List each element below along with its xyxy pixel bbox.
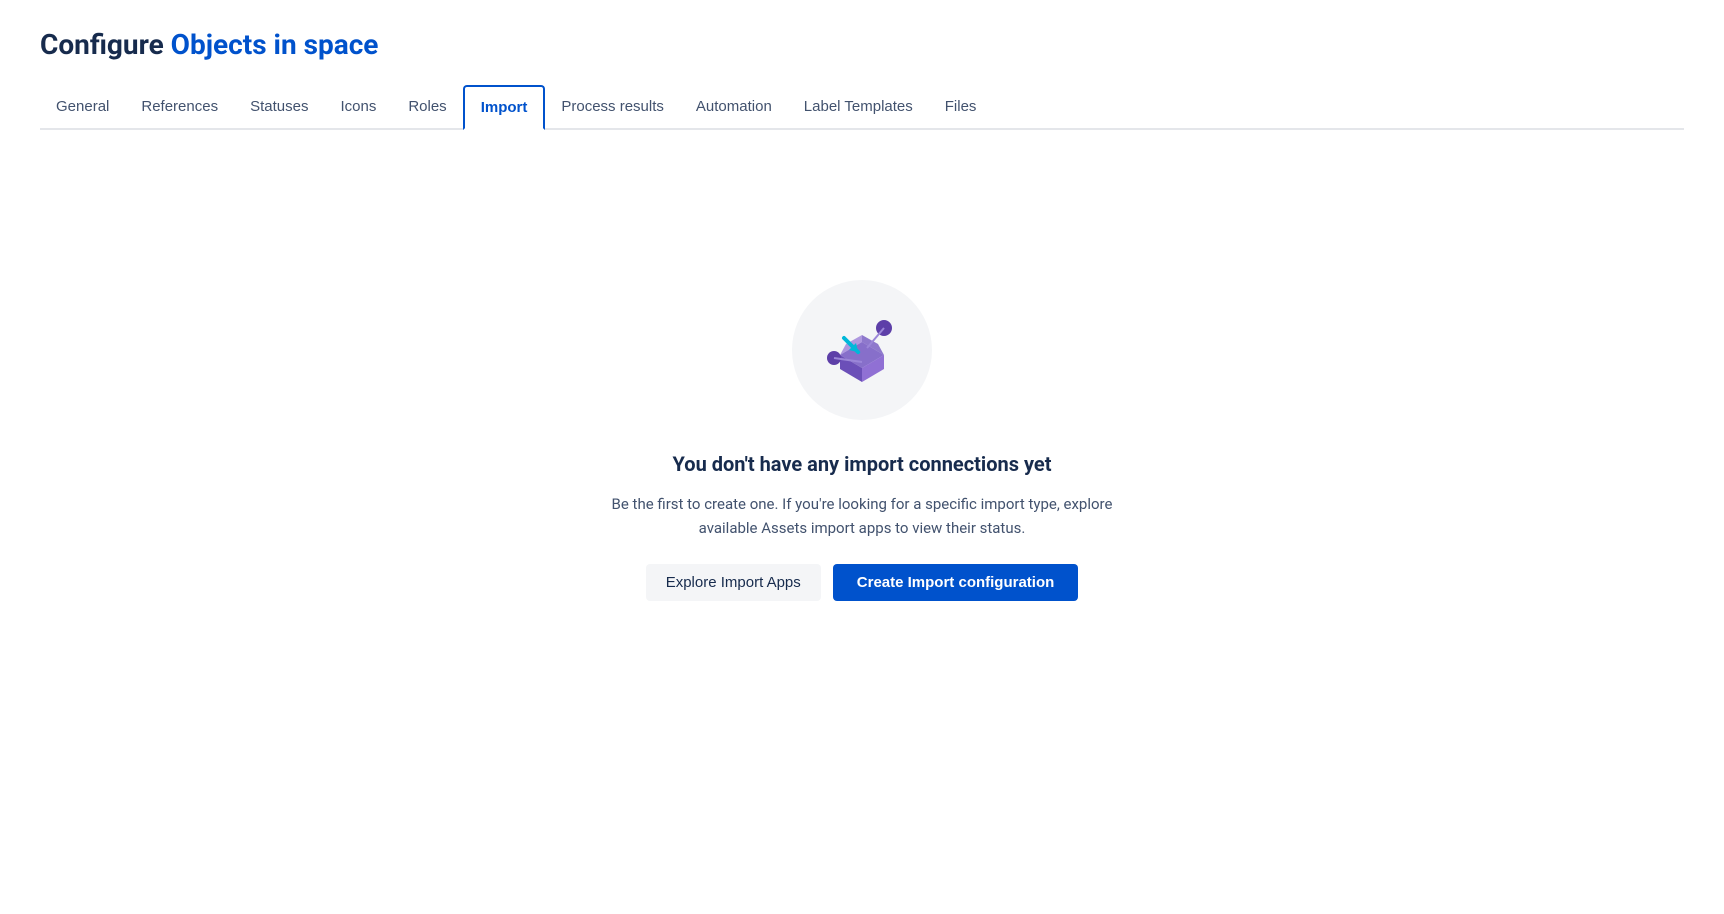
tab-import[interactable]: Import [463,85,546,130]
page-header: Configure Objects in space General Refer… [0,0,1724,130]
tab-roles[interactable]: Roles [392,86,462,129]
create-import-configuration-button[interactable]: Create Import configuration [833,564,1079,601]
tab-automation[interactable]: Automation [680,86,788,129]
tab-label-templates[interactable]: Label Templates [788,86,929,129]
empty-state-description: Be the first to create one. If you're lo… [602,492,1122,540]
tab-statuses[interactable]: Statuses [234,86,324,129]
explore-import-apps-button[interactable]: Explore Import Apps [646,564,821,601]
tab-references[interactable]: References [125,86,234,129]
page-title: Configure Objects in space [40,28,1684,61]
tab-icons[interactable]: Icons [324,86,392,129]
tab-general[interactable]: General [40,86,125,129]
empty-state: You don't have any import connections ye… [602,280,1122,601]
tab-navigation: General References Statuses Icons Roles … [40,85,1684,130]
tab-process-results[interactable]: Process results [545,86,680,129]
empty-state-illustration [792,280,932,420]
action-buttons: Explore Import Apps Create Import config… [646,564,1079,601]
empty-state-title: You don't have any import connections ye… [673,452,1052,476]
tab-files[interactable]: Files [929,86,993,129]
main-content: You don't have any import connections ye… [0,130,1724,730]
